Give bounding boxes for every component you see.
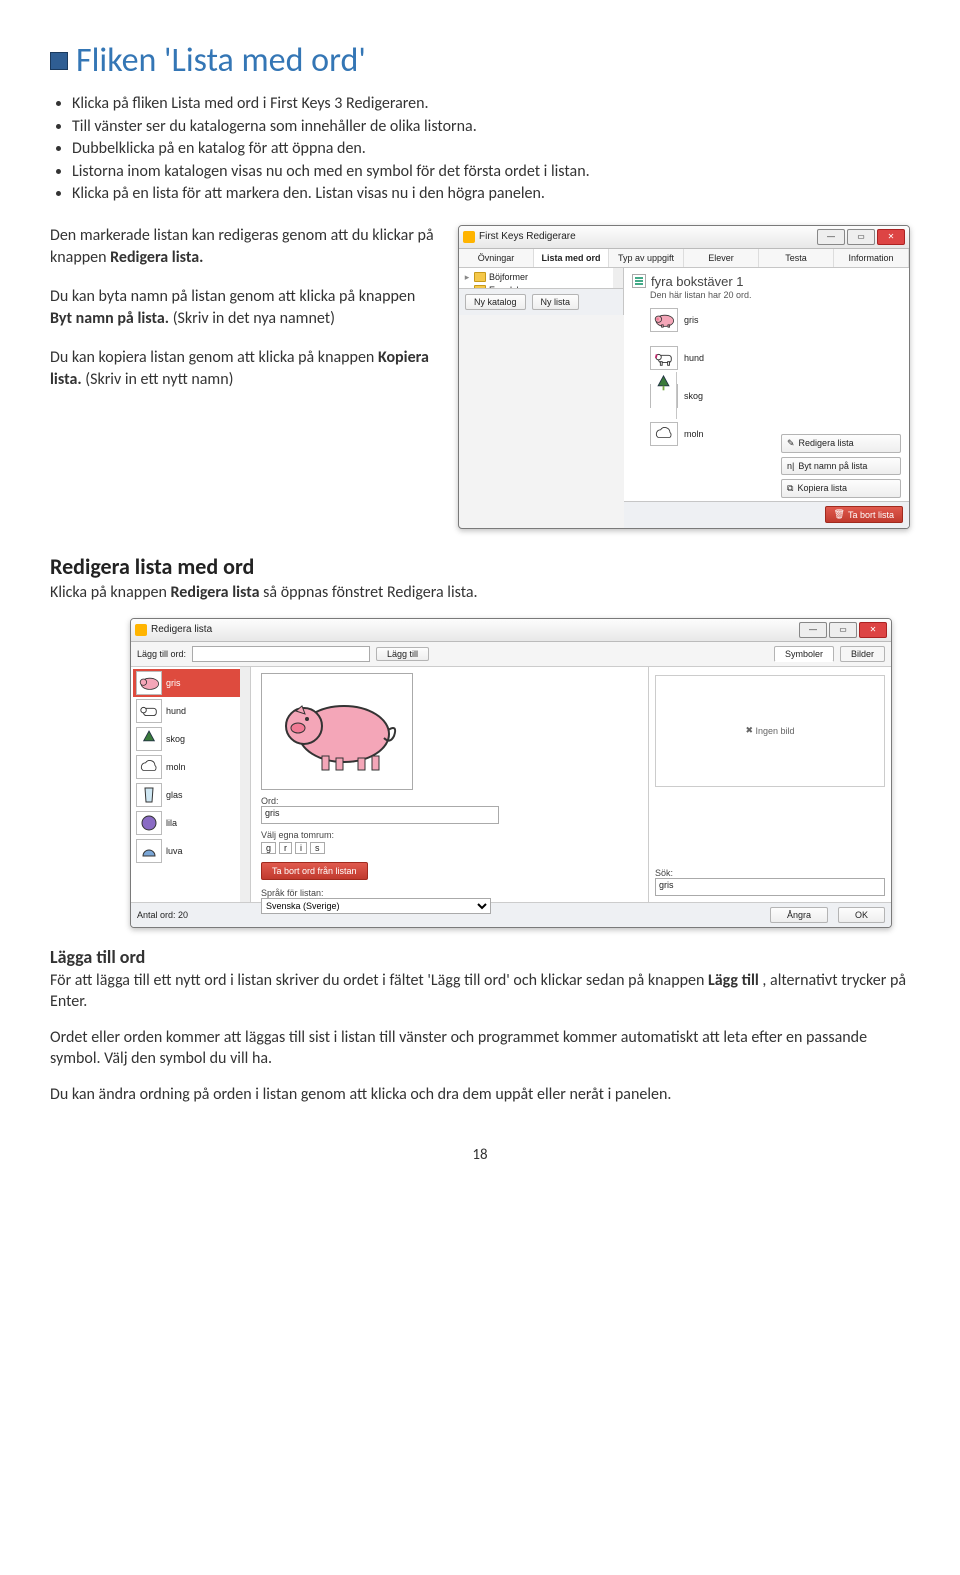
- word-row: gris: [650, 308, 903, 332]
- rename-list-button[interactable]: n|Byt namn på lista: [781, 457, 901, 475]
- tab-symboler[interactable]: Symboler: [774, 646, 834, 662]
- language-label: Språk för listan:: [261, 888, 638, 898]
- right-panel: fyra bokstäver 1 Den här listan har 20 o…: [624, 268, 909, 528]
- language-select[interactable]: Svenska (Sverige): [261, 898, 491, 914]
- folder-row[interactable]: ▸Böjformer: [461, 271, 621, 284]
- lagga-p1: För att lägga till ett nytt ord i listan…: [50, 970, 910, 1013]
- tree-scrollbar[interactable]: [613, 268, 623, 289]
- symbol-dog-icon: [136, 699, 162, 723]
- square-bullet-icon: [50, 52, 68, 70]
- app-icon: [135, 624, 147, 636]
- intro-bullet-list: Klicka på fliken Lista med ord i First K…: [72, 93, 910, 205]
- add-word-input[interactable]: [192, 646, 370, 662]
- tab-elever[interactable]: Elever: [684, 249, 759, 267]
- tab-bilder[interactable]: Bilder: [840, 646, 885, 662]
- edit-list-button[interactable]: ✎Redigera lista: [781, 434, 901, 453]
- word-item[interactable]: hund: [133, 697, 248, 725]
- maximize-button[interactable]: ▭: [829, 622, 857, 638]
- close-button[interactable]: ✕: [859, 622, 887, 638]
- section-redigera-title: Redigera lista med ord: [50, 553, 910, 580]
- ok-button[interactable]: OK: [838, 907, 885, 923]
- lagga-p3: Du kan ändra ordning på orden i listan g…: [50, 1084, 910, 1106]
- window-titlebar: Redigera lista — ▭ ✕: [131, 619, 891, 642]
- delete-list-button[interactable]: 🗑 Ta bort lista: [825, 506, 903, 523]
- minimize-button[interactable]: —: [799, 622, 827, 638]
- add-word-button[interactable]: Lägg till: [376, 647, 429, 661]
- maximize-button[interactable]: ▭: [847, 229, 875, 245]
- word-count-label: Antal ord: 20: [137, 910, 188, 920]
- close-button[interactable]: ✕: [877, 229, 905, 245]
- tab-lista-med-ord[interactable]: Lista med ord: [534, 249, 609, 267]
- screenshot-first-keys-editor: First Keys Redigerare — ▭ ✕ Övningar Lis…: [458, 225, 910, 529]
- add-word-label: Lägg till ord:: [137, 649, 186, 659]
- word-item[interactable]: lila: [133, 809, 248, 837]
- tomrum-label: Välj egna tomrum:: [261, 830, 638, 840]
- word-list-panel: gris hund skog moln glas lila luva: [131, 667, 251, 902]
- new-catalog-button[interactable]: Ny katalog: [465, 294, 526, 310]
- heading-text: Fliken 'Lista med ord': [76, 40, 366, 81]
- ord-field[interactable]: gris: [261, 806, 499, 824]
- tab-ovningar[interactable]: Övningar: [459, 249, 534, 267]
- list-title: fyra bokstäver 1: [632, 274, 903, 289]
- word-item[interactable]: glas: [133, 781, 248, 809]
- minimize-button[interactable]: —: [817, 229, 845, 245]
- symbol-pig-icon: [136, 671, 162, 695]
- symbol-lila-icon: [136, 811, 162, 835]
- image-grid[interactable]: ✖ Ingen bild: [655, 675, 885, 787]
- word-item[interactable]: moln: [133, 753, 248, 781]
- list-icon: [632, 274, 646, 288]
- wordlist-scrollbar[interactable]: [240, 667, 250, 902]
- word-row: hund: [650, 346, 903, 370]
- tab-information[interactable]: Information: [834, 249, 909, 267]
- list-item: Dubbelklicka på en katalog för att öppna…: [72, 138, 910, 160]
- symbol-pig-icon: [650, 308, 678, 332]
- symbol-cloud-icon: [650, 422, 678, 446]
- search-label: Sök:: [655, 868, 885, 878]
- tab-testa[interactable]: Testa: [759, 249, 834, 267]
- app-icon: [463, 231, 475, 243]
- image-panel: ✖ Ingen bild Sök: gris: [648, 667, 891, 902]
- undo-button[interactable]: Ångra: [770, 907, 828, 923]
- symbol-luva-icon: [136, 839, 162, 863]
- symbol-forest-icon: [650, 384, 678, 408]
- page-title: Fliken 'Lista med ord': [50, 40, 910, 81]
- symbol-cloud-icon: [136, 755, 162, 779]
- symbol-preview: [261, 673, 413, 790]
- folder-tree: ▸Böjformer ▸Engelska ▸Fonem ▸Konsonantfö…: [459, 268, 624, 315]
- screenshot-redigera-lista: Redigera lista — ▭ ✕ Lägg till ord: Lägg…: [130, 618, 892, 928]
- word-item-selected[interactable]: gris: [133, 669, 248, 697]
- lagga-p2: Ordet eller orden kommer att läggas till…: [50, 1027, 910, 1070]
- window-title: First Keys Redigerare: [479, 231, 813, 242]
- window-titlebar: First Keys Redigerare — ▭ ✕: [459, 226, 909, 249]
- section-redigera-intro: Klicka på knappen Redigera lista så öppn…: [50, 582, 910, 604]
- tomrum-letters[interactable]: gris: [261, 842, 638, 854]
- word-item[interactable]: skog: [133, 725, 248, 753]
- window-title: Redigera lista: [151, 624, 795, 635]
- list-item: Till vänster ser du katalogerna som inne…: [72, 116, 910, 138]
- list-subtitle: Den här listan har 20 ord.: [650, 290, 903, 300]
- copy-list-button[interactable]: ⧉Kopiera lista: [781, 479, 901, 498]
- section-lagga-title: Lägga till ord: [50, 946, 910, 968]
- symbol-dog-icon: [650, 346, 678, 370]
- remove-word-button[interactable]: Ta bort ord från listan: [261, 862, 368, 880]
- list-item: Klicka på en lista för att markera den. …: [72, 183, 910, 205]
- left-text-column: Den markerade listan kan redigeras genom…: [50, 225, 440, 409]
- main-tabs: Övningar Lista med ord Typ av uppgift El…: [459, 249, 909, 268]
- word-item[interactable]: luva: [133, 837, 248, 865]
- symbol-glass-icon: [136, 783, 162, 807]
- page-number: 18: [50, 1146, 910, 1164]
- tab-typ-av-uppgift[interactable]: Typ av uppgift: [609, 249, 684, 267]
- list-item: Klicka på fliken Lista med ord i First K…: [72, 93, 910, 115]
- no-image-icon: ✖: [745, 725, 753, 736]
- word-detail-panel: Ord: gris Välj egna tomrum: gris Ta bort…: [251, 667, 648, 902]
- symbol-forest-icon: [136, 727, 162, 751]
- search-field[interactable]: gris: [655, 878, 885, 896]
- word-row: skog: [650, 384, 903, 408]
- ord-label: Ord:: [261, 796, 638, 806]
- new-list-button[interactable]: Ny lista: [532, 294, 580, 310]
- list-item: Listorna inom katalogen visas nu och med…: [72, 161, 910, 183]
